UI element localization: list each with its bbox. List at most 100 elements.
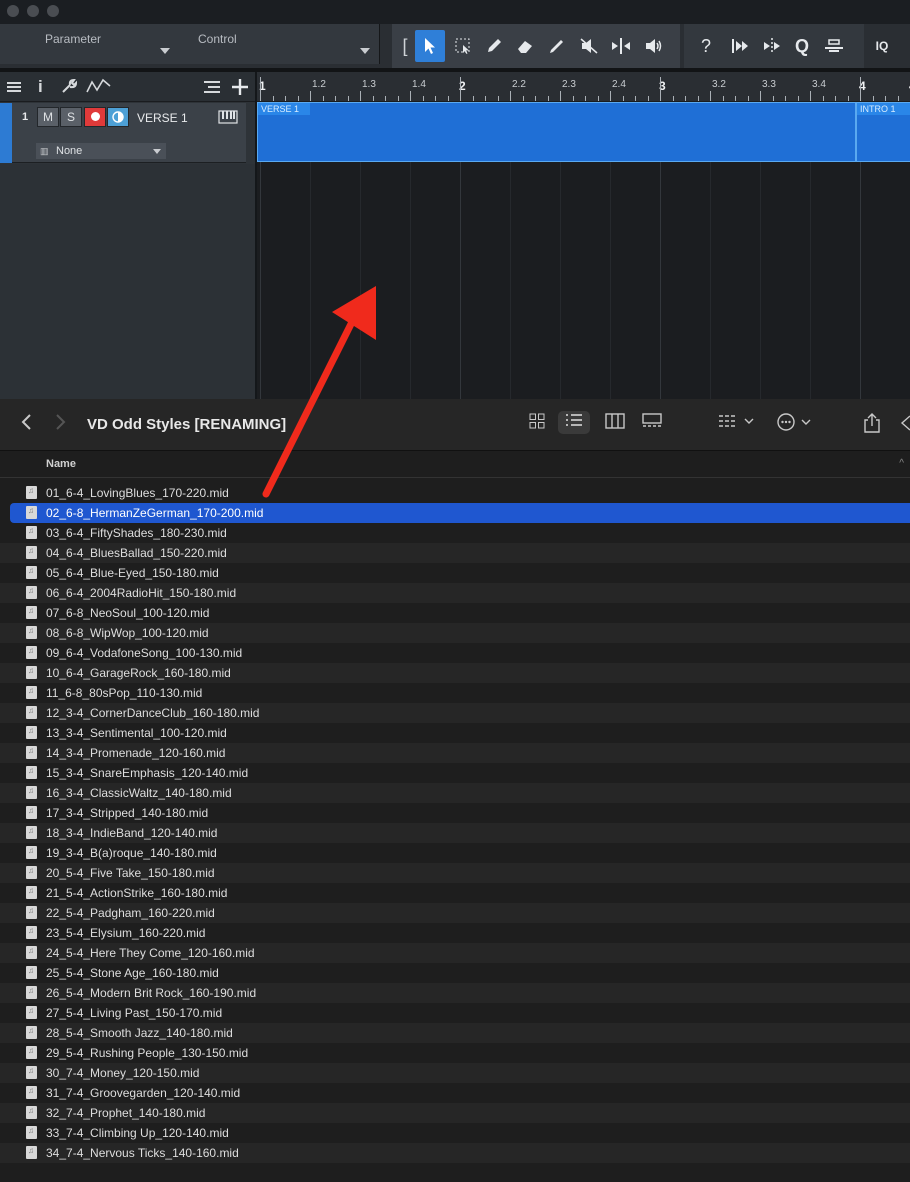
file-row[interactable]: 23_5-4_Elysium_160-220.mid xyxy=(0,923,910,943)
file-row[interactable]: 04_6-4_BluesBallad_150-220.mid xyxy=(0,543,910,563)
ruler-tick xyxy=(885,96,886,101)
bracket-icon[interactable]: [ xyxy=(399,30,411,62)
monitor-button[interactable] xyxy=(107,107,129,127)
instrument-input-select[interactable]: ▥ None xyxy=(36,143,166,159)
file-row[interactable]: 08_6-8_WipWop_100-120.mid xyxy=(0,623,910,643)
track-number: 1 xyxy=(22,111,29,123)
group-icon[interactable] xyxy=(718,413,756,434)
share-icon[interactable] xyxy=(863,413,881,438)
range-tool-icon[interactable] xyxy=(449,30,477,62)
icon-view-icon[interactable] xyxy=(529,413,545,434)
action-icon[interactable] xyxy=(777,413,813,436)
midi-file-icon xyxy=(26,986,37,999)
file-row[interactable]: 20_5-4_Five Take_150-180.mid xyxy=(0,863,910,883)
clip-verse-1[interactable]: VERSE 1 xyxy=(257,102,856,162)
track-list-icon[interactable] xyxy=(6,77,22,100)
track-name[interactable]: VERSE 1 xyxy=(137,111,188,125)
ruler-tick xyxy=(585,96,586,101)
transient-icon[interactable] xyxy=(726,30,754,62)
file-row[interactable]: 17_3-4_Stripped_140-180.mid xyxy=(0,803,910,823)
add-track-icon[interactable] xyxy=(231,77,249,101)
mute-button[interactable]: M xyxy=(37,107,59,127)
file-row[interactable]: 11_6-8_80sPop_110-130.mid xyxy=(0,683,910,703)
file-row[interactable]: 24_5-4_Here They Come_120-160.mid xyxy=(0,943,910,963)
file-row[interactable]: 07_6-8_NeoSoul_100-120.mid xyxy=(0,603,910,623)
file-row[interactable]: 32_7-4_Prophet_140-180.mid xyxy=(0,1103,910,1123)
back-icon[interactable] xyxy=(20,413,32,437)
midi-file-icon xyxy=(26,806,37,819)
file-row[interactable]: 13_3-4_Sentimental_100-120.mid xyxy=(0,723,910,743)
wrench-icon[interactable] xyxy=(60,77,78,100)
arrangement-view[interactable]: VERSE 1 INTRO 1 xyxy=(257,102,910,399)
file-row[interactable]: 10_6-4_GarageRock_160-180.mid xyxy=(0,663,910,683)
ruler-tick xyxy=(510,91,511,101)
midi-file-icon xyxy=(26,546,37,559)
paint-icon[interactable] xyxy=(543,30,571,62)
file-row[interactable]: 25_5-4_Stone Age_160-180.mid xyxy=(0,963,910,983)
listen-icon[interactable] xyxy=(639,30,667,62)
quantize-icon[interactable]: Q xyxy=(790,30,814,62)
file-row[interactable]: 16_3-4_ClassicWaltz_140-180.mid xyxy=(0,783,910,803)
file-name: 19_3-4_B(a)roque_140-180.mid xyxy=(46,846,217,860)
file-name: 21_5-4_ActionStrike_160-180.mid xyxy=(46,886,228,900)
file-row[interactable]: 28_5-4_Smooth Jazz_140-180.mid xyxy=(0,1023,910,1043)
column-view-icon[interactable] xyxy=(605,413,625,434)
close-window-button[interactable] xyxy=(7,5,19,17)
track-row-verse-1[interactable]: 1 M S VERSE 1 ▥ None xyxy=(0,103,246,163)
clip-intro-1[interactable]: INTRO 1 xyxy=(856,102,910,162)
mute-tool-icon[interactable] xyxy=(575,30,603,62)
ruler-tick xyxy=(272,96,274,101)
help-icon[interactable]: ? xyxy=(694,30,718,62)
tag-icon[interactable] xyxy=(900,413,910,438)
file-row[interactable]: 01_6-4_LovingBlues_170-220.mid xyxy=(0,483,910,503)
file-row[interactable]: 14_3-4_Promenade_120-160.mid xyxy=(0,743,910,763)
list-view-icon[interactable] xyxy=(558,411,590,434)
automation-icon[interactable] xyxy=(86,77,112,100)
file-row[interactable]: 03_6-4_FiftyShades_180-230.mid xyxy=(0,523,910,543)
file-row[interactable]: 30_7-4_Money_120-150.mid xyxy=(0,1063,910,1083)
parameter-dropdown-icon[interactable] xyxy=(160,48,170,54)
file-row[interactable]: 22_5-4_Padgham_160-220.mid xyxy=(0,903,910,923)
audio-bend-icon[interactable] xyxy=(820,30,848,62)
file-row[interactable]: 34_7-4_Nervous Ticks_140-160.mid xyxy=(0,1143,910,1163)
bend-icon[interactable] xyxy=(758,30,786,62)
file-row[interactable]: 12_3-4_CornerDanceClub_160-180.mid xyxy=(0,703,910,723)
file-row[interactable]: 09_6-4_VodafoneSong_100-130.mid xyxy=(0,643,910,663)
file-name: 10_6-4_GarageRock_160-180.mid xyxy=(46,666,231,680)
split-icon[interactable] xyxy=(607,30,635,62)
file-row[interactable]: 15_3-4_SnareEmphasis_120-140.mid xyxy=(0,763,910,783)
inspector-icon[interactable]: i xyxy=(38,77,43,97)
record-arm-button[interactable] xyxy=(84,107,106,127)
file-row-selected[interactable]: 02_6-8_HermanZeGerman_170-200.mid xyxy=(0,503,910,523)
file-row[interactable]: 31_7-4_Groovegarden_120-140.mid xyxy=(0,1083,910,1103)
timeline-ruler[interactable]: 11.21.31.422.22.32.433.23.33.444 xyxy=(257,72,910,102)
eraser-icon[interactable] xyxy=(511,30,539,62)
file-row[interactable]: 18_3-4_IndieBand_120-140.mid xyxy=(0,823,910,843)
gallery-view-icon[interactable] xyxy=(642,413,662,434)
iq-button[interactable]: IQ xyxy=(870,30,894,62)
arrow-tool-icon[interactable] xyxy=(415,30,445,62)
control-dropdown-icon[interactable] xyxy=(360,48,370,54)
midi-file-icon xyxy=(26,1046,37,1059)
forward-icon[interactable] xyxy=(55,413,67,437)
pencil-icon[interactable] xyxy=(480,30,508,62)
track-options-icon[interactable] xyxy=(203,77,221,100)
clip-label: VERSE 1 xyxy=(261,104,300,114)
midi-file-icon xyxy=(26,526,37,539)
file-row[interactable]: 21_5-4_ActionStrike_160-180.mid xyxy=(0,883,910,903)
minimize-window-button[interactable] xyxy=(27,5,39,17)
file-name: 27_5-4_Living Past_150-170.mid xyxy=(46,1006,223,1020)
midi-file-icon xyxy=(26,486,37,499)
solo-button[interactable]: S xyxy=(60,107,82,127)
file-row[interactable]: 33_7-4_Climbing Up_120-140.mid xyxy=(0,1123,910,1143)
file-row[interactable]: 26_5-4_Modern Brit Rock_160-190.mid xyxy=(0,983,910,1003)
midi-file-icon xyxy=(26,1146,37,1159)
file-row[interactable]: 29_5-4_Rushing People_130-150.mid xyxy=(0,1043,910,1063)
file-row[interactable]: 19_3-4_B(a)roque_140-180.mid xyxy=(0,843,910,863)
file-row[interactable]: 05_6-4_Blue-Eyed_150-180.mid xyxy=(0,563,910,583)
grid-line xyxy=(560,162,561,399)
file-row[interactable]: 06_6-4_2004RadioHit_150-180.mid xyxy=(0,583,910,603)
column-header-name[interactable]: Name ^ xyxy=(0,452,910,478)
file-row[interactable]: 27_5-4_Living Past_150-170.mid xyxy=(0,1003,910,1023)
zoom-window-button[interactable] xyxy=(47,5,59,17)
